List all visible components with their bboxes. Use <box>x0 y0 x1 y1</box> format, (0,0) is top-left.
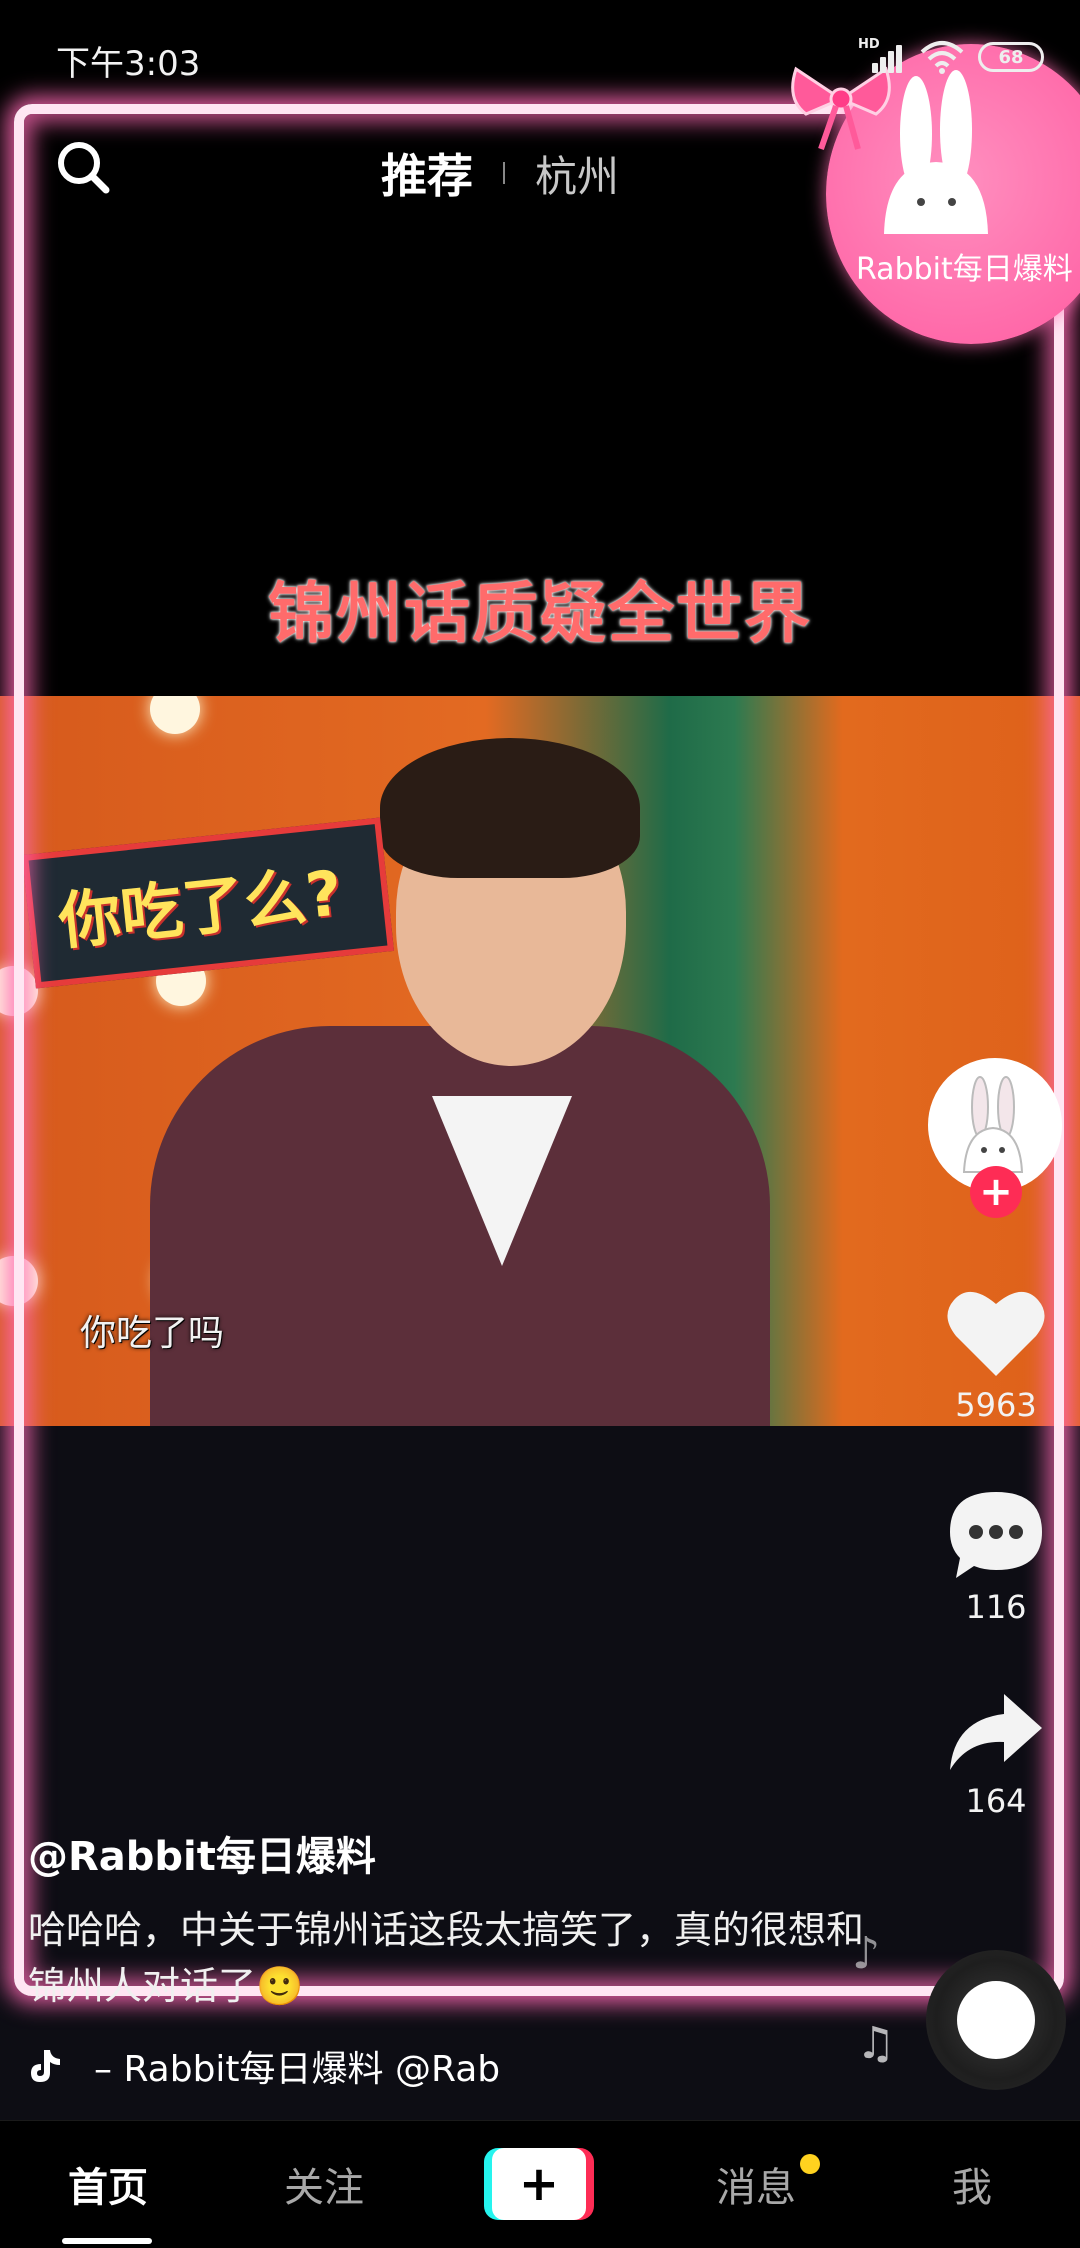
heart-icon <box>947 1291 1045 1376</box>
music-info[interactable]: – Rabbit每日爆料 @Rab <box>28 2040 554 2092</box>
music-cover-icon <box>957 1981 1035 2059</box>
nav-following[interactable]: 关注 <box>244 2155 404 2213</box>
status-time: 下午3:03 <box>56 44 201 84</box>
comment-icon <box>950 1492 1042 1578</box>
network-badge: HD <box>858 37 880 52</box>
neon-frame-overlay <box>14 104 1064 1996</box>
tab-divider <box>502 162 505 184</box>
tab-recommended[interactable]: 推荐 <box>381 140 473 206</box>
nav-home[interactable]: 首页 <box>28 2155 188 2213</box>
tab-local-city[interactable]: 杭州 <box>535 143 619 204</box>
comment-button[interactable]: 116 <box>930 1488 1062 1626</box>
share-icon <box>950 1694 1042 1770</box>
battery-indicator: 68 <box>978 42 1044 72</box>
comment-count: 116 <box>965 1588 1027 1626</box>
create-button[interactable]: + <box>484 2148 594 2220</box>
notification-dot <box>800 2154 820 2174</box>
status-indicators: HD 68 <box>858 37 1044 74</box>
post-description[interactable]: 哈哈哈，中关于锦州话这段太搞笑了，真的很想和锦州人对话了🙂 <box>28 1902 868 2014</box>
nav-me[interactable]: 我 <box>892 2155 1052 2213</box>
music-note-icon: ♪ <box>852 1928 881 1979</box>
music-note-icon: ♫ <box>856 2018 896 2069</box>
music-disc[interactable] <box>926 1950 1066 2090</box>
plus-icon: + <box>492 2148 586 2220</box>
author-handle[interactable]: @Rabbit每日爆料 <box>28 1824 376 1882</box>
signal-icon: HD <box>858 37 906 73</box>
share-count: 164 <box>965 1782 1027 1820</box>
active-tab-indicator <box>62 2238 152 2244</box>
video-feed-screen: 锦州话质疑全世界 你吃了么? 你吃了吗 Rabbit每日爆料 下午3:03 HD… <box>0 0 1080 2248</box>
tiktok-logo-icon <box>31 2050 60 2082</box>
share-button[interactable]: 164 <box>930 1690 1062 1820</box>
follow-button[interactable]: + <box>970 1166 1022 1218</box>
like-count: 5963 <box>955 1386 1037 1424</box>
music-title: – Rabbit每日爆料 @Rab <box>94 2049 501 2090</box>
badge-label: Rabbit每日爆料 <box>856 252 1073 287</box>
top-tabs: 推荐 杭州 <box>0 140 1080 206</box>
wifi-icon <box>920 41 964 74</box>
like-button[interactable]: 5963 <box>930 1286 1062 1424</box>
